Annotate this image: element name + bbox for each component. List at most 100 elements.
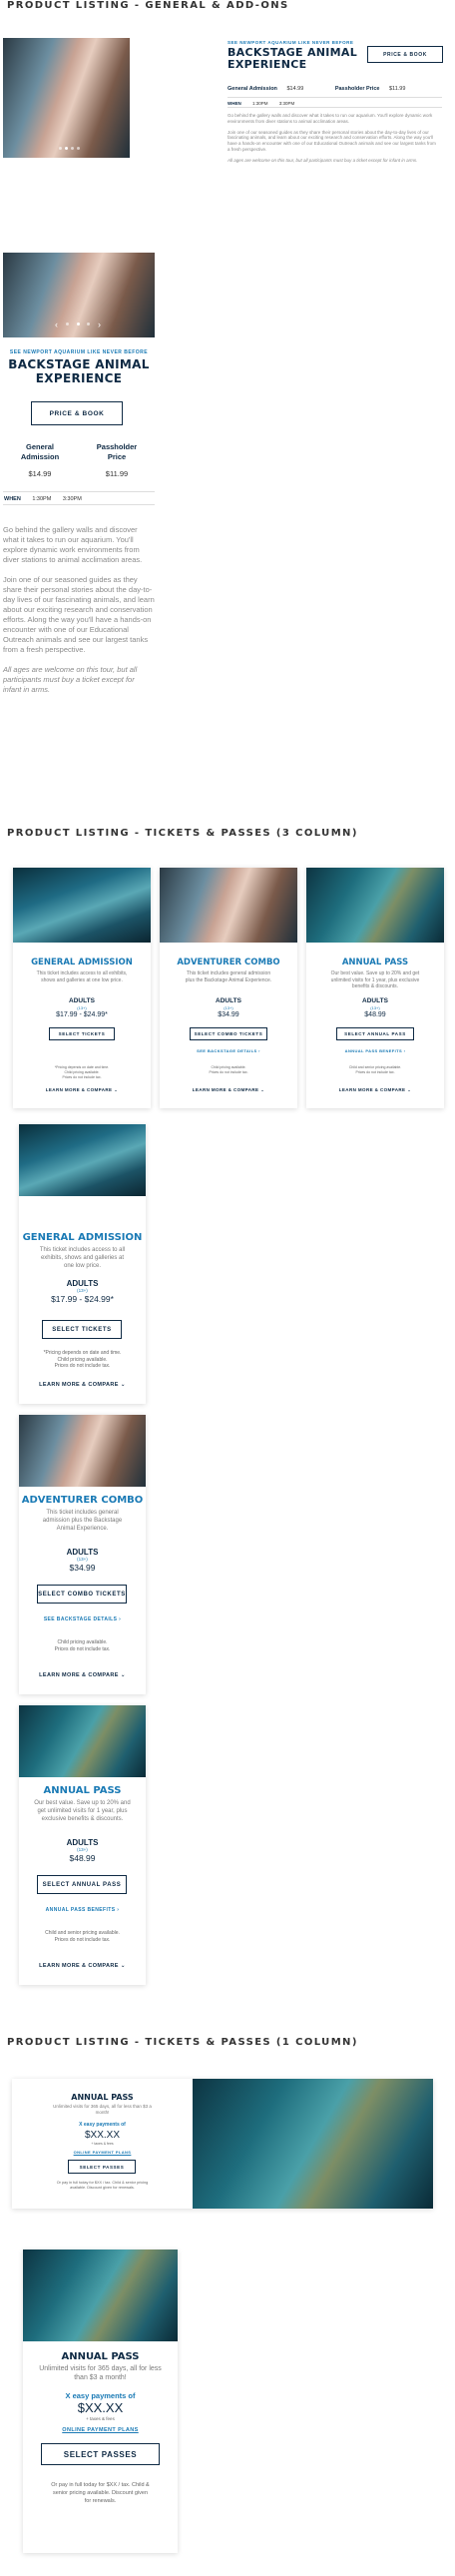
- ticket-card-mobile: ANNUAL PASS Our best value. Save up to 2…: [19, 1705, 146, 1985]
- card-price: $34.99: [69, 1563, 96, 1573]
- benefits-label: SEE BACKSTAGE DETAILS: [43, 1616, 118, 1622]
- select-annual-pass-button[interactable]: SELECT ANNUAL PASS: [37, 1875, 127, 1894]
- card-title: GENERAL ADMISSION: [22, 1232, 143, 1243]
- card-notes: Child pricing available. Prices do not i…: [19, 1639, 146, 1652]
- benefits-label: ANNUAL PASS BENEFITS: [344, 1048, 403, 1053]
- select-combo-button[interactable]: SELECT COMBO TICKETS: [190, 1027, 267, 1040]
- carousel-dot[interactable]: [65, 322, 69, 325]
- card-price: $48.99: [364, 1011, 386, 1018]
- carousel-dots[interactable]: [59, 147, 80, 150]
- price-value-mobile: $14.99: [28, 469, 52, 478]
- card-photo: [160, 868, 297, 943]
- select-tickets-button[interactable]: SELECT TICKETS: [49, 1027, 115, 1040]
- addon-title: BACKSTAGE ANIMAL EXPERIENCE: [228, 47, 357, 71]
- benefits-link[interactable]: ANNUAL PASS BENEFITS ›: [306, 1048, 444, 1053]
- card-price: $48.99: [69, 1853, 96, 1863]
- pay-label: X easy payments of: [65, 2391, 136, 2400]
- card-desc: This ticket includes access to all exhib…: [36, 970, 128, 983]
- chevron-right-icon[interactable]: ›: [98, 320, 101, 329]
- time-option[interactable]: 1:30PM: [32, 496, 51, 502]
- payment-plans-link[interactable]: ONLINE PAYMENT PLANS: [23, 2427, 178, 2433]
- price-label-line: General: [26, 442, 54, 451]
- addon-photo: [3, 38, 130, 158]
- benefits-link[interactable]: ANNUAL PASS BENEFITS ›: [19, 1907, 146, 1913]
- card-age: (13+): [77, 1847, 88, 1852]
- price-book-mobile-button[interactable]: PRICE & BOOK: [31, 401, 123, 425]
- time-option[interactable]: 3:30PM: [63, 496, 82, 502]
- addon-prices: General Admission $14.99 Passholder Pric…: [228, 86, 442, 92]
- chevron-right-icon: ›: [403, 1048, 406, 1053]
- card-adults: ADULTS: [362, 997, 388, 1004]
- card-price: $17.99 - $24.99*: [51, 1294, 114, 1304]
- time-option[interactable]: 1:30PM: [252, 101, 268, 106]
- benefits-link[interactable]: SEE BACKSTAGE DETAILS ›: [19, 1616, 146, 1622]
- learn-more-link[interactable]: LEARN MORE & COMPARE ⌄: [160, 1087, 297, 1093]
- addon-desc: Go behind the gallery walls and discover…: [228, 113, 437, 164]
- when-label: WHEN: [228, 101, 241, 106]
- chevron-down-icon: ⌄: [260, 1087, 265, 1092]
- payment-plans-link[interactable]: ONLINE PAYMENT PLANS: [12, 2150, 193, 2155]
- price-value: $11.99: [388, 86, 406, 92]
- ticket-card: GENERAL ADMISSION This ticket includes a…: [13, 868, 151, 1108]
- addon-paragraph: All ages are welcome on this tour, but a…: [3, 665, 138, 694]
- card-notes: Child and senior pricing available. Pric…: [306, 1065, 444, 1075]
- addon-title-line: EXPERIENCE: [228, 58, 307, 71]
- price-label: General Admission: [228, 86, 277, 92]
- price-label-line: Admission: [20, 452, 60, 461]
- card-note: Prices do not include tax.: [62, 1075, 102, 1079]
- card-adults: ADULTS: [66, 1548, 99, 1557]
- chevron-left-icon[interactable]: ‹: [55, 320, 58, 329]
- price-label-mobile: General Admission: [10, 442, 70, 462]
- select-tickets-button[interactable]: SELECT TICKETS: [42, 1320, 122, 1339]
- select-passes-button[interactable]: SELECT PASSES: [41, 2443, 160, 2465]
- carousel-dot[interactable]: [59, 147, 62, 150]
- pass-desc: Unlimited visits for 365 days, all for l…: [39, 2365, 162, 2381]
- card-adults: ADULTS: [66, 1838, 99, 1847]
- learn-more-link[interactable]: LEARN MORE & COMPARE ⌄: [306, 1087, 444, 1093]
- carousel-dot[interactable]: [71, 147, 74, 150]
- select-passes-button[interactable]: SELECT PASSES: [68, 2160, 136, 2174]
- time-option[interactable]: 3:30PM: [279, 101, 295, 106]
- benefits-link[interactable]: SEE BACKSTAGE DETAILS ›: [160, 1048, 297, 1053]
- learn-more-label: LEARN MORE & COMPARE: [39, 1382, 119, 1388]
- card-photo: [13, 868, 151, 943]
- addon-mobile-photo: ‹ ›: [3, 253, 155, 337]
- card-price: $34.99: [218, 1011, 239, 1018]
- learn-more-link[interactable]: LEARN MORE & COMPARE ⌄: [19, 1382, 146, 1388]
- carousel-dot[interactable]: [87, 322, 91, 325]
- addon-paragraph: All ages are welcome on this tour, but a…: [228, 157, 418, 163]
- carousel-dot[interactable]: [77, 147, 80, 150]
- card-notes: Child pricing available. Prices do not i…: [160, 1065, 297, 1075]
- learn-more-link[interactable]: LEARN MORE & COMPARE ⌄: [19, 1672, 146, 1678]
- card-photo: [306, 868, 444, 943]
- addon-paragraph: Go behind the gallery walls and discover…: [228, 113, 433, 124]
- carousel-dot[interactable]: [65, 147, 68, 150]
- price-book-button[interactable]: PRICE & BOOK: [367, 46, 443, 63]
- card-note: Prices do not include tax.: [54, 1645, 111, 1652]
- learn-more-link[interactable]: LEARN MORE & COMPARE ⌄: [13, 1087, 151, 1093]
- learn-more-label: LEARN MORE & COMPARE: [338, 1087, 406, 1092]
- benefits-label: SEE BACKSTAGE DETAILS: [197, 1048, 257, 1053]
- addon-title-line: EXPERIENCE: [35, 371, 123, 385]
- card-notes: *Pricing depends on date and time. Child…: [13, 1065, 151, 1080]
- carousel-dot[interactable]: [76, 322, 80, 325]
- card-age: (13+): [370, 1005, 380, 1010]
- addon-mobile-desc: Go behind the gallery walls and discover…: [3, 525, 155, 695]
- chevron-down-icon: ⌄: [407, 1087, 412, 1092]
- when-row: WHEN 1:30PM 3:30PM: [228, 97, 442, 108]
- price-label: Passholder Price: [334, 86, 380, 92]
- chevron-down-icon: ⌄: [120, 1963, 126, 1969]
- ticket-card: ANNUAL PASS Our best value. Save up to 2…: [306, 868, 444, 1108]
- addon-paragraph: Join one of our seasoned guides as they …: [3, 575, 155, 654]
- card-photo: [19, 1124, 146, 1196]
- card-notes: Child and senior pricing available. Pric…: [19, 1930, 146, 1943]
- select-combo-button[interactable]: SELECT COMBO TICKETS: [37, 1585, 127, 1604]
- card-age: (13+): [77, 1005, 87, 1010]
- card-title: ADVENTURER COMBO: [21, 1495, 144, 1506]
- learn-more-label: LEARN MORE & COMPARE: [45, 1087, 113, 1092]
- learn-more-link[interactable]: LEARN MORE & COMPARE ⌄: [19, 1963, 146, 1969]
- pass-photo: [23, 2250, 178, 2341]
- chevron-down-icon: ⌄: [120, 1672, 126, 1678]
- select-annual-pass-button[interactable]: SELECT ANNUAL PASS: [336, 1027, 414, 1040]
- when-row-mobile: WHEN 1:30PM 3:30PM: [3, 491, 155, 505]
